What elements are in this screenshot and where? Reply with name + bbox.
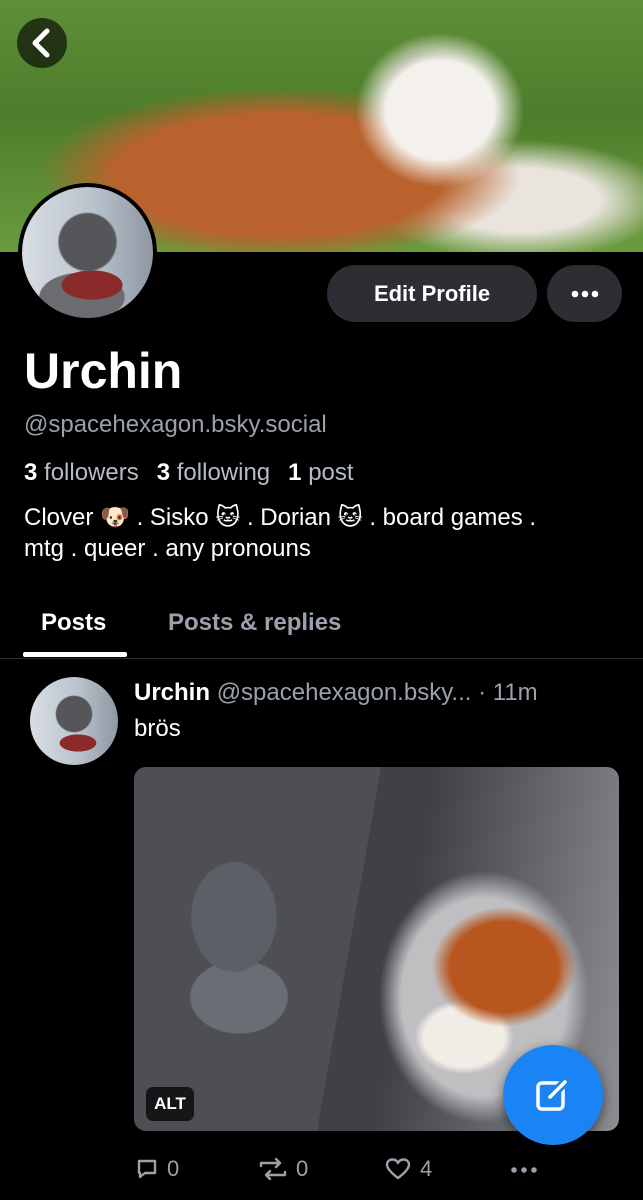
reply-icon [137, 1159, 157, 1179]
tab-posts-and-replies[interactable]: Posts & replies [168, 590, 341, 656]
ellipsis-icon [511, 1167, 537, 1173]
profile-handle: @spacehexagon.bsky.social [24, 411, 327, 438]
followers-label: followers [44, 459, 139, 486]
like-count: 4 [420, 1156, 433, 1181]
repost-icon [259, 1157, 287, 1181]
compose-icon [536, 1076, 571, 1111]
profile-tabs: Posts Posts & replies [0, 590, 643, 659]
repost-count: 0 [296, 1156, 309, 1181]
posts-stat: 1 post [288, 457, 353, 489]
post-text: brös [134, 715, 181, 742]
bio-line: mtg . queer . any pronouns [24, 535, 311, 562]
following-count: 3 [156, 459, 171, 486]
repost-button[interactable]: 0 [258, 1156, 308, 1182]
chevron-left-icon [32, 28, 50, 58]
post-actions: 0 0 4 [0, 1156, 643, 1196]
edit-profile-button[interactable]: Edit Profile [327, 265, 537, 322]
reply-count: 0 [167, 1156, 180, 1181]
followers-count: 3 [24, 459, 38, 486]
post-timestamp: · 11m [478, 679, 538, 706]
display-name: Urchin [24, 343, 183, 399]
following-label: following [176, 459, 271, 486]
post-author-name[interactable]: Urchin [134, 679, 210, 706]
followers-stat[interactable]: 3 followers [24, 457, 139, 489]
ellipsis-icon [571, 290, 598, 297]
posts-count: 1 [288, 459, 302, 486]
reply-button[interactable]: 0 [135, 1156, 179, 1182]
more-options-button[interactable] [547, 265, 622, 322]
avatar-image [22, 187, 153, 318]
active-tab-indicator [23, 652, 127, 657]
following-stat[interactable]: 3 following [157, 457, 270, 489]
like-button[interactable]: 4 [384, 1156, 432, 1182]
post-header: Urchin @spacehexagon.bsky... · 11m [134, 677, 538, 709]
profile-stats: 3 followers 3 following 1 post [24, 457, 372, 489]
back-button[interactable] [17, 18, 67, 68]
alt-text-badge[interactable]: ALT [146, 1087, 194, 1121]
profile-avatar[interactable] [18, 183, 157, 322]
tab-posts[interactable]: Posts [41, 590, 106, 656]
post-author-handle[interactable]: @spacehexagon.bsky... [217, 679, 472, 706]
post-more-button[interactable] [510, 1156, 538, 1180]
posts-label: post [308, 459, 354, 486]
post-author-avatar[interactable] [30, 677, 118, 765]
bio-line: Clover 🐶 . Sisko 🐱 . Dorian 🐱 . board ga… [24, 504, 537, 531]
compose-button[interactable] [503, 1045, 603, 1145]
heart-icon [385, 1158, 411, 1180]
profile-bio: Clover 🐶 . Sisko 🐱 . Dorian 🐱 . board ga… [24, 502, 624, 564]
